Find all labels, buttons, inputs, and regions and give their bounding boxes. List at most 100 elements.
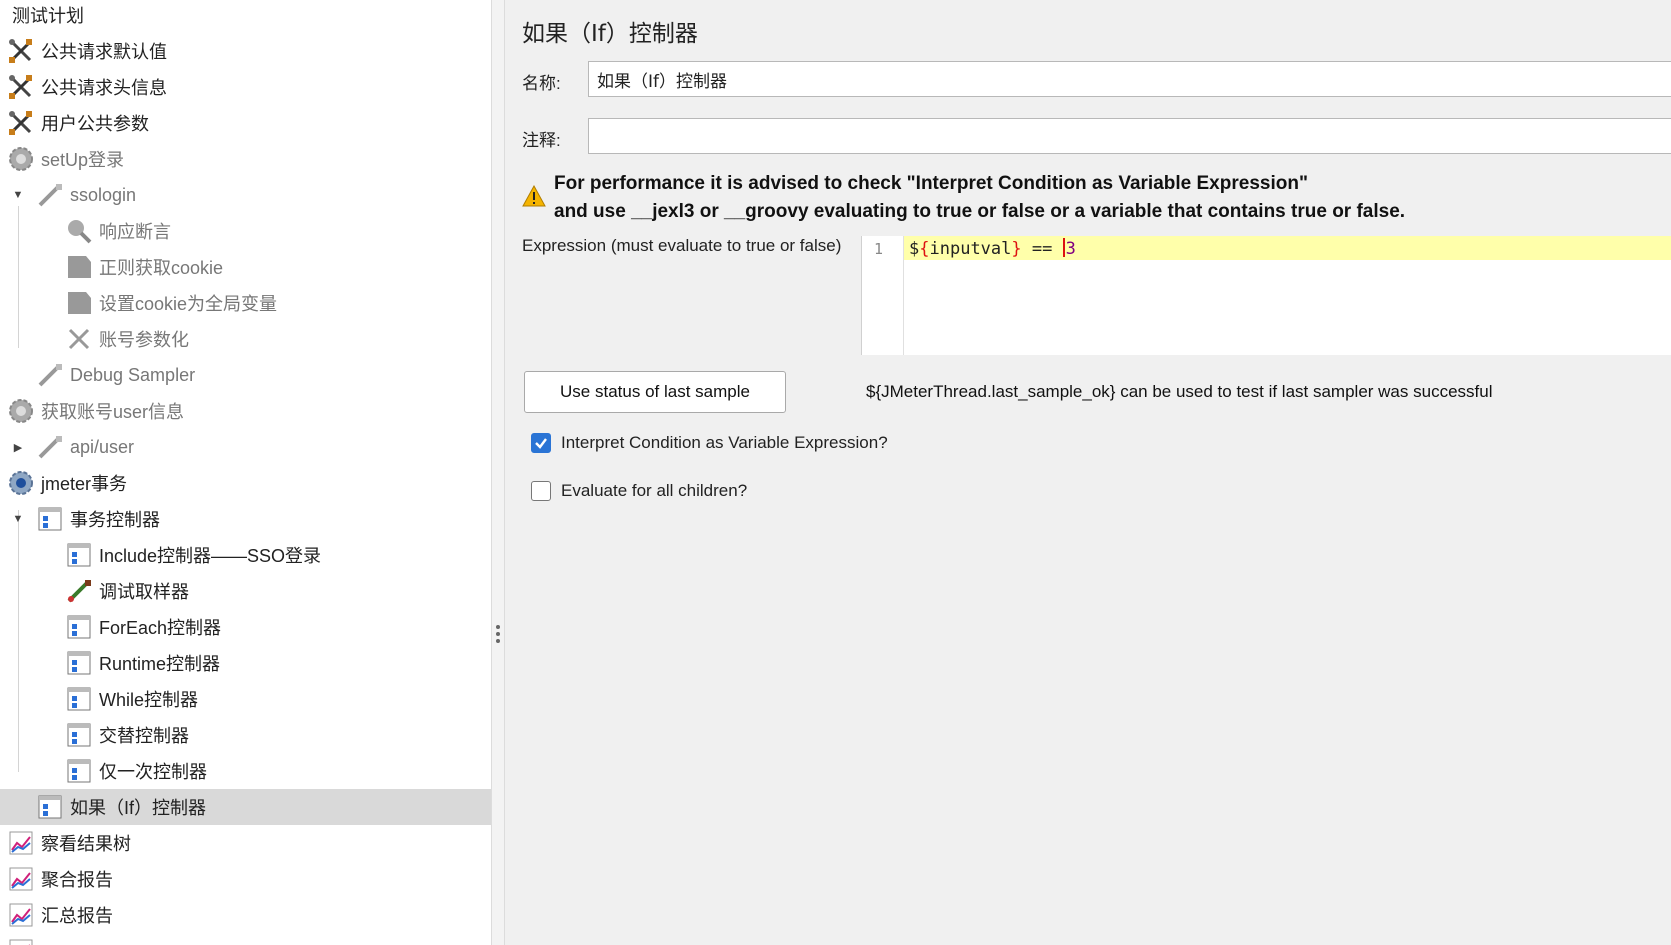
use-status-of-last-sample-button[interactable]: Use status of last sample (524, 371, 786, 413)
interpret-condition-label: Interpret Condition as Variable Expressi… (561, 433, 888, 452)
tree-item-label: Include控制器——SSO登录 (99, 546, 322, 566)
tree-item-jmeter-transaction[interactable]: jmeter事务 (0, 465, 491, 501)
line-number: 1 (874, 240, 884, 258)
tree-item-label: 获取账号user信息 (41, 402, 185, 422)
code-token: } (1011, 239, 1022, 259)
chevron-right-icon[interactable]: ▶ (12, 441, 24, 454)
controller-icon (65, 613, 93, 641)
tree-item-label: 响应断言 (99, 222, 171, 242)
tree-item-regex-cookie[interactable]: 正则获取cookie (0, 249, 491, 285)
evaluate-all-children-checkbox[interactable] (531, 481, 551, 501)
comment-label: 注释: (522, 131, 561, 150)
warning-line-1: For performance it is advised to check "… (554, 173, 1308, 194)
tree-item-aggregate-report[interactable]: 聚合报告 (0, 861, 491, 897)
tree-item-label: setUp登录 (41, 150, 125, 170)
config-element-icon (7, 37, 35, 65)
sampler-icon (36, 361, 64, 389)
tree-item-label: Runtime控制器 (99, 654, 221, 674)
status-hint-text: ${JMeterThread.last_sample_ok} can be us… (866, 382, 1493, 401)
chevron-down-icon[interactable]: ▼ (12, 513, 24, 525)
tree-item-label: 察看结果树 (41, 834, 131, 854)
tree-item-transaction-controller[interactable]: ▼ 事务控制器 (0, 501, 491, 537)
name-field[interactable] (588, 61, 1671, 97)
config-element-icon (7, 73, 35, 101)
controller-icon (65, 649, 93, 677)
sampler-icon (36, 181, 64, 209)
listener-icon (7, 865, 35, 893)
listener-icon (7, 829, 35, 857)
post-processor-icon (65, 289, 93, 317)
panel-splitter[interactable] (491, 0, 505, 945)
tree-item-label: 测试计划 (12, 6, 84, 26)
evaluate-all-children-option[interactable]: Evaluate for all children? (531, 481, 747, 501)
tree-item-debug-sampler-cn[interactable]: 调试取样器 (0, 573, 491, 609)
code-token: $ (909, 239, 920, 259)
tree-item-while-controller[interactable]: While控制器 (0, 681, 491, 717)
controller-icon (65, 685, 93, 713)
evaluate-all-children-label: Evaluate for all children? (561, 481, 748, 500)
expression-label: Expression (must evaluate to true or fal… (522, 236, 842, 255)
code-token: == (1021, 239, 1063, 259)
tree-item-label: 用户公共参数 (41, 114, 149, 134)
tree-item-response-assertion[interactable]: 响应断言 (0, 213, 491, 249)
tree-item-get-user-info[interactable]: 获取账号user信息 (0, 393, 491, 429)
post-processor-icon (65, 253, 93, 281)
tree-item-include-controller[interactable]: Include控制器——SSO登录 (0, 537, 491, 573)
tree-item-label: While控制器 (99, 690, 199, 710)
controller-icon (65, 541, 93, 569)
setup-thread-group-icon (7, 145, 35, 173)
test-plan-tree[interactable]: 测试计划 公共请求默认值 公共请求头信息 用户公共参数 setUp登录 ▼ ss… (0, 0, 491, 945)
tree-item-label: 调试取样器 (99, 582, 189, 602)
tree-item-label: 账号参数化 (99, 330, 189, 350)
tree-item-user-params[interactable]: 用户公共参数 (0, 105, 491, 141)
code-token: { (919, 239, 930, 259)
tree-item-label: ForEach控制器 (99, 618, 222, 638)
tree-item-setup-thread-group[interactable]: setUp登录 (0, 141, 491, 177)
listener-icon (7, 901, 35, 929)
tree-item-set-cookie-global[interactable]: 设置cookie为全局变量 (0, 285, 491, 321)
tree-item-view-results-tree[interactable]: 察看结果树 (0, 825, 491, 861)
tree-item-label: 设置cookie为全局变量 (99, 294, 278, 314)
tree-item-label: api/user (70, 436, 135, 457)
tree-item-label: 事务控制器 (70, 510, 160, 530)
tree-item-label: 公共请求头信息 (41, 78, 167, 98)
performance-warning: For performance it is advised to check "… (522, 170, 1405, 226)
tree-item-listener[interactable] (0, 933, 491, 945)
tree-item-label: 正则获取cookie (99, 258, 224, 278)
thread-group-icon (7, 469, 35, 497)
line-number-gutter: 1 (862, 236, 904, 355)
tree-item-label: 公共请求默认值 (41, 42, 167, 62)
tree-item-label: jmeter事务 (41, 474, 128, 494)
warning-line-2: and use __jexl3 or __groovy evaluating t… (554, 201, 1406, 222)
tree-item-label: 汇总报告 (41, 906, 113, 926)
tree-item-label: 聚合报告 (41, 870, 113, 890)
chevron-down-icon[interactable]: ▼ (12, 189, 24, 201)
tree-item-ssologin[interactable]: ▼ ssologin (0, 177, 491, 213)
if-controller-panel: 如果（If）控制器 名称: 注释: For performance it is … (505, 0, 1671, 945)
tree-item-api-user[interactable]: ▶ api/user (0, 429, 491, 465)
tree-item-header-manager[interactable]: 公共请求头信息 (0, 69, 491, 105)
tree-item-foreach-controller[interactable]: ForEach控制器 (0, 609, 491, 645)
comment-field[interactable] (588, 118, 1671, 154)
expression-code[interactable]: ${inputval} == 3 (909, 238, 1076, 259)
expression-editor[interactable]: 1 ${inputval} == 3 (861, 236, 1671, 355)
tree-item-account-params[interactable]: 账号参数化 (0, 321, 491, 357)
drag-handle-icon[interactable] (496, 625, 500, 643)
warning-icon (522, 184, 546, 212)
sampler-icon (65, 577, 93, 605)
tree-item-label: Debug Sampler (70, 364, 196, 385)
tree-item-runtime-controller[interactable]: Runtime控制器 (0, 645, 491, 681)
name-label: 名称: (522, 74, 561, 93)
interpret-condition-option[interactable]: Interpret Condition as Variable Expressi… (531, 433, 888, 453)
tree-item-if-controller[interactable]: 如果（If）控制器 (0, 789, 491, 825)
tree-item-http-defaults[interactable]: 公共请求默认值 (0, 33, 491, 69)
text-caret (1062, 238, 1065, 257)
tree-item-interleave-controller[interactable]: 交替控制器 (0, 717, 491, 753)
tree-item-debug-sampler[interactable]: Debug Sampler (0, 357, 491, 393)
tree-item-summary-report[interactable]: 汇总报告 (0, 897, 491, 933)
controller-icon (36, 793, 64, 821)
controller-icon (65, 757, 93, 785)
tree-item-once-only-controller[interactable]: 仅一次控制器 (0, 753, 491, 789)
interpret-condition-checkbox[interactable] (531, 433, 551, 453)
tree-item-test-plan[interactable]: 测试计划 (0, 0, 491, 33)
